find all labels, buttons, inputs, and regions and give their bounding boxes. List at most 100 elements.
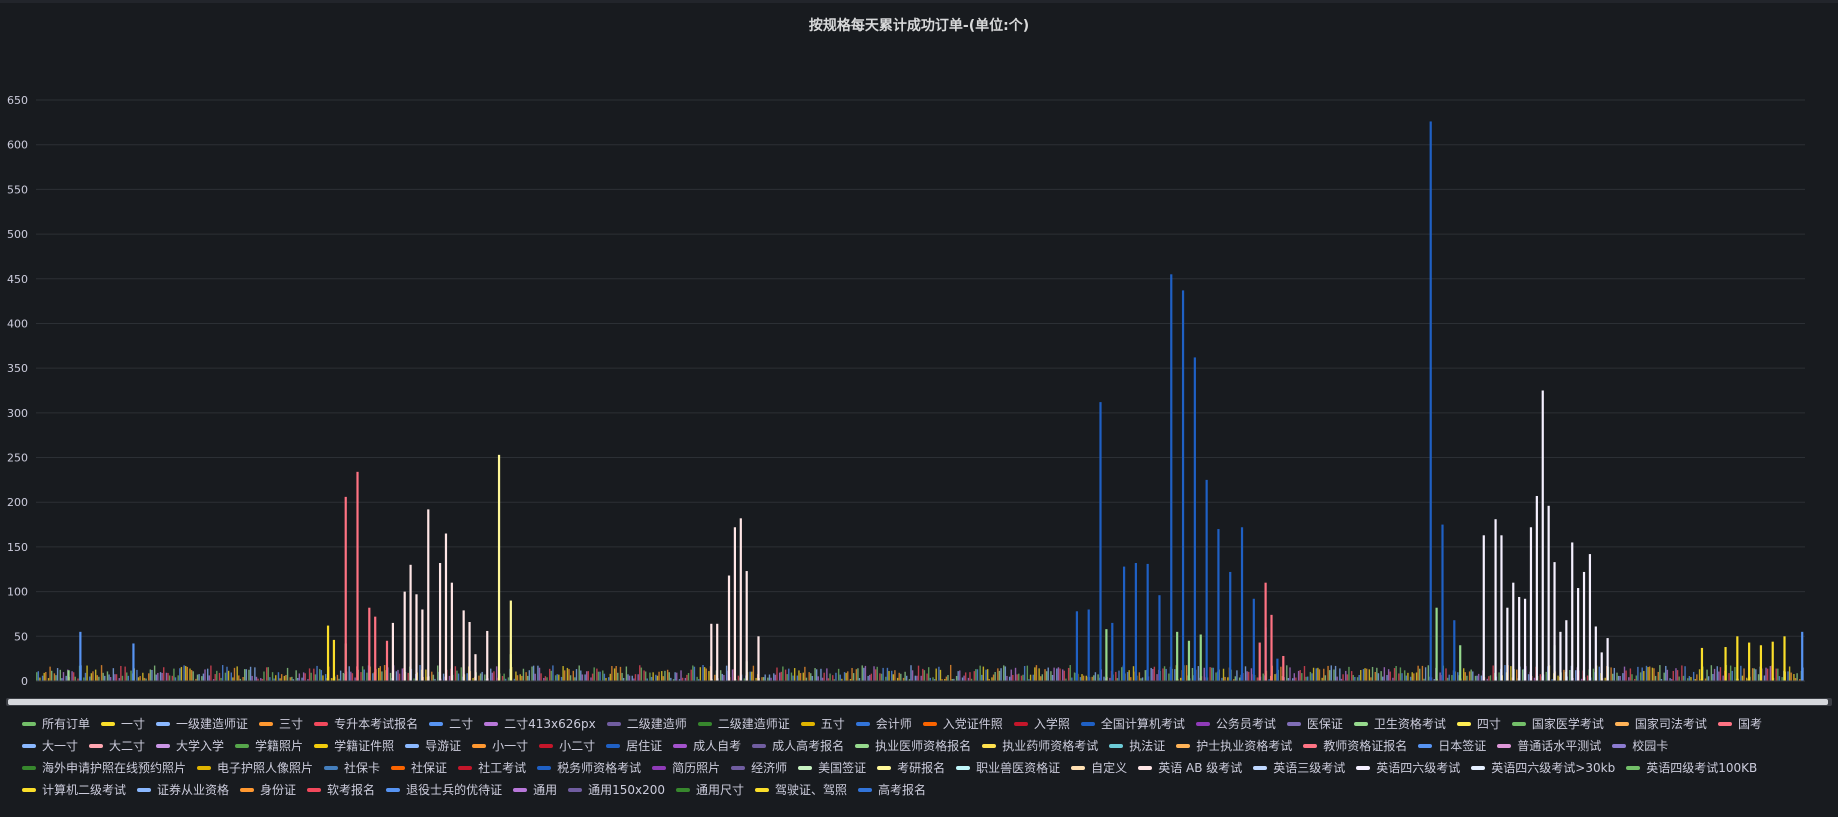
legend-item[interactable]: 导游证	[405, 735, 461, 757]
bar-52-13[interactable]	[710, 623, 713, 681]
bar-13-9[interactable]	[1181, 290, 1185, 681]
legend-item[interactable]: 执法证	[1109, 735, 1165, 757]
legend-item[interactable]: 英语三级考试	[1253, 757, 1345, 779]
horizontal-scrollbar[interactable]	[6, 698, 1832, 706]
bar-13-19[interactable]	[1441, 524, 1444, 681]
bar-20-7[interactable]	[1270, 614, 1273, 681]
bar-13-17[interactable]	[1276, 658, 1279, 681]
bar-52-8[interactable]	[450, 582, 453, 681]
bar-54-3[interactable]	[1506, 607, 1509, 681]
bar-54-12[interactable]	[1559, 631, 1562, 681]
bar-52-3[interactable]	[415, 594, 418, 681]
legend-item[interactable]: 英语四六级考试>30kb	[1471, 757, 1615, 779]
bar-49-1[interactable]	[509, 600, 512, 681]
bar-20-2[interactable]	[368, 607, 371, 681]
legend-item[interactable]: 校园卡	[1612, 735, 1668, 757]
bar-20-3[interactable]	[374, 616, 377, 681]
bar-57-4[interactable]	[1736, 636, 1739, 681]
bar-61-1[interactable]	[132, 643, 135, 681]
legend-item[interactable]: 卫生资格考试	[1353, 713, 1446, 735]
legend-item[interactable]: 学籍证件照	[314, 735, 394, 757]
bar-16-7[interactable]	[1199, 634, 1202, 681]
bar-16-9[interactable]	[1459, 645, 1462, 681]
legend-item[interactable]: 医保证	[1286, 713, 1343, 735]
bar-54-13[interactable]	[1565, 620, 1568, 681]
legend-item[interactable]: 护士执业资格考试	[1176, 735, 1292, 757]
bar-52-10[interactable]	[468, 622, 471, 681]
bar-57-8[interactable]	[1783, 636, 1786, 681]
bar-13-5[interactable]	[1134, 563, 1137, 681]
bar-52-19[interactable]	[757, 636, 760, 681]
bar-54-11[interactable]	[1553, 562, 1556, 681]
legend-item[interactable]: 入学照	[1013, 713, 1070, 735]
legend-item[interactable]: 经济师	[731, 757, 787, 779]
bar-13-6[interactable]	[1146, 563, 1149, 681]
bar-54-0[interactable]	[1482, 535, 1485, 681]
legend-item[interactable]: 高考报名	[858, 779, 926, 801]
legend-item[interactable]: 社保卡	[324, 757, 380, 779]
bar-52-2[interactable]	[409, 564, 412, 681]
bar-57-5[interactable]	[1748, 642, 1751, 681]
bar-54-4[interactable]	[1512, 582, 1515, 681]
legend-item[interactable]: 学籍照片	[235, 735, 303, 757]
bar-20-5[interactable]	[1258, 642, 1261, 681]
bar-49-0[interactable]	[497, 454, 501, 681]
legend-item[interactable]: 国家医学考试	[1511, 713, 1604, 735]
legend-item[interactable]: 一级建造师证	[156, 713, 248, 735]
legend-item[interactable]: 海外申请护照在线预约照片	[22, 757, 186, 779]
bar-57-6[interactable]	[1759, 645, 1763, 681]
bar-13-18[interactable]	[1429, 121, 1432, 681]
legend-item[interactable]: 社工考试	[458, 757, 526, 779]
bar-52-14[interactable]	[716, 623, 719, 681]
legend-item[interactable]: 二级建造师	[606, 713, 687, 735]
legend-item[interactable]: 软考报名	[307, 779, 375, 801]
bar-54-5[interactable]	[1518, 596, 1521, 681]
legend-item[interactable]: 执业医师资格报名	[855, 735, 971, 757]
legend-item[interactable]: 证券从业资格	[137, 779, 229, 801]
legend-item[interactable]: 驾驶证、驾照	[755, 779, 847, 801]
bar-13-14[interactable]	[1240, 527, 1244, 681]
bar-52-5[interactable]	[427, 509, 430, 681]
legend-item[interactable]: 专升本考试报名	[314, 713, 418, 735]
bar-52-0[interactable]	[391, 622, 394, 681]
legend-item[interactable]: 职业兽医资格证	[956, 757, 1060, 779]
bar-13-12[interactable]	[1217, 529, 1220, 681]
legend-item[interactable]: 全国计算机考试	[1080, 713, 1185, 735]
bar-13-1[interactable]	[1087, 609, 1090, 681]
legend-item[interactable]: 小二寸	[539, 735, 595, 757]
legend-item[interactable]: 电子护照人像照片	[197, 757, 313, 779]
bar-16-6[interactable]	[1187, 640, 1191, 681]
bar-13-3[interactable]	[1111, 622, 1114, 681]
legend-item[interactable]: 普通话水平测试	[1497, 735, 1601, 757]
bar-16-0[interactable]	[67, 670, 70, 681]
bar-13-7[interactable]	[1158, 595, 1161, 681]
legend-item[interactable]: 成人自考	[673, 735, 741, 757]
scrollbar-thumb[interactable]	[8, 699, 1828, 705]
legend-item[interactable]: 执业药师资格考试	[982, 735, 1098, 757]
bar-54-10[interactable]	[1547, 505, 1550, 681]
bar-54-20[interactable]	[1606, 638, 1609, 681]
bar-20-1[interactable]	[356, 471, 359, 681]
bar-20-0[interactable]	[344, 496, 347, 681]
bar-61-2[interactable]	[1801, 631, 1804, 681]
bar-13-11[interactable]	[1205, 479, 1208, 681]
legend-item[interactable]: 国考	[1717, 713, 1762, 735]
legend-item[interactable]: 二级建造师证	[697, 713, 790, 735]
legend-item[interactable]: 计算机二级考试	[22, 779, 126, 801]
legend-item[interactable]: 通用	[513, 779, 557, 801]
bar-20-6[interactable]	[1264, 582, 1267, 681]
legend-item[interactable]: 二寸413x626px	[484, 713, 596, 735]
legend-item[interactable]: 公务员考试	[1195, 713, 1276, 735]
legend-item[interactable]: 自定义	[1071, 757, 1127, 779]
legend-item[interactable]: 四寸	[1456, 713, 1501, 735]
bar-16-5[interactable]	[1176, 631, 1179, 681]
bar-54-17[interactable]	[1588, 554, 1592, 681]
bar-52-16[interactable]	[733, 527, 737, 681]
legend-item[interactable]: 身份证	[240, 779, 296, 801]
legend-item[interactable]: 大一寸	[22, 735, 78, 757]
bar-52-7[interactable]	[444, 533, 448, 681]
legend-item[interactable]: 英语 AB 级考试	[1138, 757, 1242, 779]
legend-item[interactable]: 一寸	[101, 713, 145, 735]
bar-52-12[interactable]	[486, 630, 489, 681]
bar-13-15[interactable]	[1252, 598, 1255, 681]
